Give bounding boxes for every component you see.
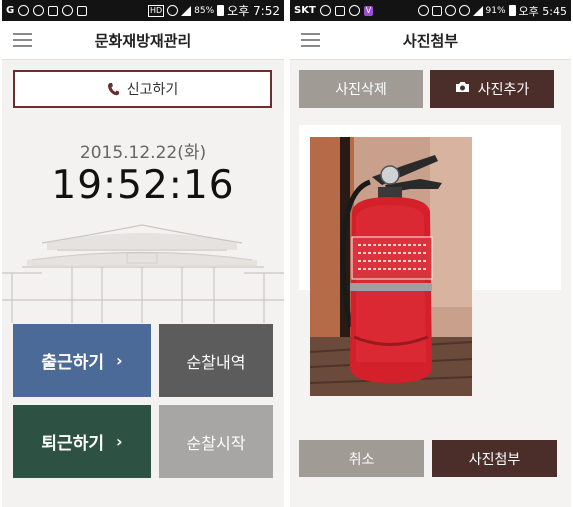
- checkin-button[interactable]: 출근하기 ›: [13, 324, 151, 397]
- camera-icon: [455, 81, 470, 97]
- current-date: 2015.12.22(화): [79, 143, 207, 163]
- patrol-history-button[interactable]: 순찰내역: [159, 324, 273, 397]
- usb-icon: [18, 5, 30, 16]
- status-bar: SKT V 91% 오후 5:45: [290, 0, 571, 21]
- current-time: 19:52:16: [51, 163, 235, 208]
- app-bar: 문화재방재관리: [2, 21, 284, 60]
- location-icon: [33, 5, 45, 16]
- photo-attach-screen: SKT V 91% 오후 5:45 사진첨부 사진삭제 사진추가 취소 사진첨부: [290, 0, 571, 507]
- report-button-label: 신고하기: [126, 82, 179, 98]
- chevron-right-icon: ›: [115, 432, 123, 451]
- add-photo-button[interactable]: 사진추가: [430, 70, 554, 108]
- attach-photo-label: 사진첨부: [468, 451, 521, 468]
- signal-icon: [472, 5, 483, 16]
- patrol-start-label: 순찰시작: [186, 433, 246, 453]
- battery-percent: 85%: [194, 5, 215, 16]
- app-icon: [62, 5, 74, 16]
- battery-icon: [508, 5, 516, 16]
- page-title: 사진첨부: [402, 31, 459, 50]
- checkin-label: 출근하기: [41, 353, 104, 373]
- fire-extinguisher-photo[interactable]: [310, 137, 472, 396]
- delete-photo-label: 사진삭제: [335, 82, 387, 98]
- status-clock: 오후 5:45: [518, 4, 567, 18]
- menu-icon[interactable]: [301, 33, 320, 47]
- report-button[interactable]: 신고하기: [13, 70, 272, 108]
- cancel-button[interactable]: 취소: [299, 440, 424, 477]
- attach-photo-button[interactable]: 사진첨부: [432, 440, 557, 477]
- patrol-start-button[interactable]: 순찰시작: [159, 405, 273, 478]
- battery-percent: 91%: [485, 5, 506, 16]
- app-bar: 사진첨부: [290, 21, 571, 60]
- wifi-icon: [167, 5, 179, 16]
- battery-icon: [217, 5, 225, 16]
- checkout-label: 퇴근하기: [41, 434, 104, 454]
- checkout-button[interactable]: 퇴근하기 ›: [13, 405, 151, 478]
- phone-icon: [107, 82, 119, 96]
- gallery-icon: [334, 5, 345, 16]
- carrier-icon: G: [6, 5, 15, 16]
- chevron-right-icon: ›: [115, 351, 123, 370]
- menu-icon[interactable]: [13, 33, 32, 47]
- alarm-icon: [444, 5, 456, 16]
- hd-icon: HD: [147, 4, 165, 17]
- nfc-icon: [431, 5, 442, 16]
- calendar-icon: [77, 5, 88, 16]
- gallery-icon: [48, 5, 59, 16]
- carrier-label: SKT: [294, 5, 316, 16]
- delete-photo-button[interactable]: 사진삭제: [299, 70, 423, 108]
- add-photo-label: 사진추가: [477, 82, 530, 98]
- main-screen: G HD 85% 오후 7:52 문화재방재관리 신고하기 2015.12.22…: [2, 0, 284, 507]
- signal-icon: [181, 5, 192, 16]
- cancel-label: 취소: [348, 451, 375, 468]
- status-clock: 오후 7:52: [227, 4, 280, 18]
- status-bar: G HD 85% 오후 7:52: [2, 0, 284, 21]
- wifi-icon: [458, 5, 470, 16]
- v-badge-icon: V: [363, 5, 374, 16]
- patrol-history-label: 순찰내역: [186, 352, 246, 372]
- cloud-icon: [348, 5, 360, 16]
- bluetooth-icon: [417, 5, 429, 16]
- page-title: 문화재방재관리: [94, 31, 192, 50]
- cloud-icon: [319, 5, 331, 16]
- palace-background-image: [2, 224, 284, 323]
